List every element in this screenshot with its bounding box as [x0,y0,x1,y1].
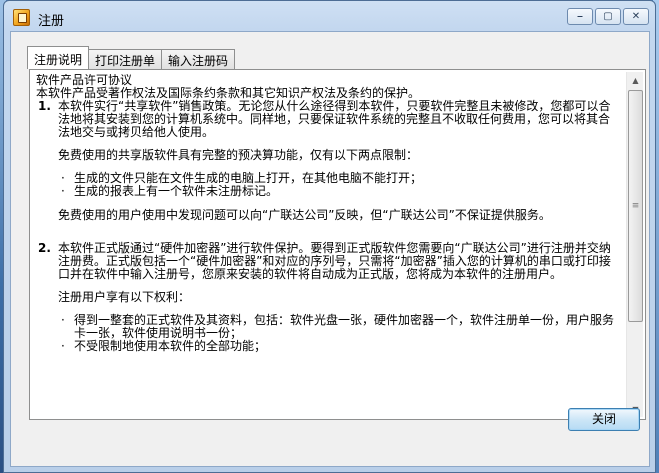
caption-buttons: ⎯ ▢ ✕ [567,8,649,25]
window-title: 注册 [38,14,65,29]
rights-list: 得到一整套的正式软件及其资料，包括：软件光盘一张，硬件加密器一个，软件注册单一份… [58,314,621,354]
license-section-1: 1. 本软件实行“共享软件”销售政策。无论您从什么途径得到本软件，只要软件完整且… [36,100,621,232]
tab-register-info[interactable]: 注册说明 [27,46,90,69]
tab-strip: 注册说明 打印注册单 输入注册码 [27,46,236,70]
dialog-client-area: 注册说明 打印注册单 输入注册码 软件产品许可协议 本软件产品受著作权法及国际条… [10,31,650,467]
restriction-list: 生成的文件只能在文件生成的电脑上打开，在其他电脑不能打开； 生成的报表上有一个软… [58,172,621,199]
list-item: 不受限制地使用本软件的全部功能； [58,340,621,354]
register-dialog: 注册 ⎯ ▢ ✕ 注册说明 打印注册单 输入注册码 软件产品许可协议 本软件产品… [3,0,656,473]
section-paragraph: 本软件正式版通过“硬件加密器”进行软件保护。要得到正式版软件您需要向“广联达公司… [58,241,611,281]
section-paragraph: 免费使用的共享版软件具有完整的预决算功能，仅有以下两点限制： [58,148,419,162]
register-app-icon [13,9,30,26]
minimize-icon: ⎯ [577,11,583,22]
close-icon: ✕ [631,11,641,22]
title-bar[interactable]: 注册 ⎯ ▢ ✕ [4,1,655,31]
section-number: 1. [38,99,51,113]
scroll-up-arrow-icon[interactable]: ▲ [627,72,644,88]
section-paragraph: 注册用户享有以下权利： [58,290,191,304]
close-button[interactable]: 关闭 [568,408,640,431]
tab-enter-register-code[interactable]: 输入注册码 [161,49,236,69]
tab-print-register-form[interactable]: 打印注册单 [88,49,163,69]
maximize-button[interactable]: ▢ [595,8,621,25]
section-paragraph: 免费使用的用户使用中发现问题可以向“广联达公司”反映，但“广联达公司”不保证提供… [58,208,551,222]
license-text[interactable]: 软件产品许可协议 本软件产品受著作权法及国际条约条款和其它知识产权法及条约的保护… [36,74,621,414]
vertical-scrollbar[interactable]: ▲ ≡ ▼ [626,72,643,417]
license-text-panel: 软件产品许可协议 本软件产品受著作权法及国际条约条款和其它知识产权法及条约的保护… [29,69,646,420]
list-item: 生成的报表上有一个软件未注册标记。 [58,185,621,199]
section-paragraph: 本软件实行“共享软件”销售政策。无论您从什么途径得到本软件，只要软件完整且未被修… [58,99,611,139]
list-item: 得到一整套的正式软件及其资料，包括：软件光盘一张，硬件加密器一个，软件注册单一份… [58,314,621,340]
maximize-icon: ▢ [603,11,613,22]
minimize-button[interactable]: ⎯ [567,8,593,25]
license-section-2: 2. 本软件正式版通过“硬件加密器”进行软件保护。要得到正式版软件您需要向“广联… [36,242,621,364]
close-window-button[interactable]: ✕ [623,8,649,25]
grip-icon: ≡ [631,201,640,211]
scroll-thumb[interactable]: ≡ [628,90,643,322]
section-number: 2. [38,241,51,255]
